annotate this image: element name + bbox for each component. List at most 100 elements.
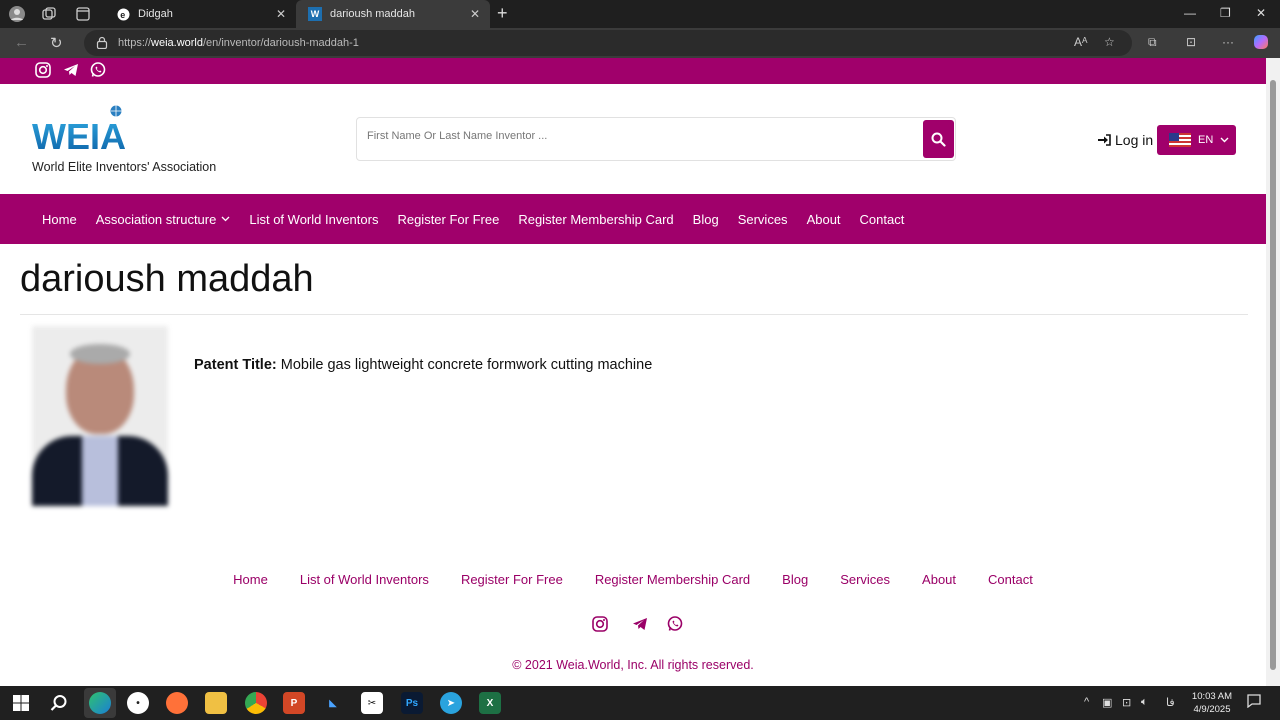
minimize-icon[interactable]: —	[1184, 6, 1196, 20]
powerpoint-taskbar-icon[interactable]: P	[283, 692, 305, 714]
inventor-search	[356, 117, 956, 161]
file-explorer-taskbar-icon[interactable]	[205, 692, 227, 714]
capcut-taskbar-icon[interactable]: ✂	[361, 692, 383, 714]
weia-logo[interactable]: WEIA World Elite Inventors' Association	[30, 104, 230, 174]
tab-didgah[interactable]: e Didgah ✕	[104, 0, 296, 28]
tab-actions-icon[interactable]	[74, 5, 92, 23]
svg-text:WEIA: WEIA	[32, 116, 126, 154]
footer-nav-services[interactable]: Services	[840, 572, 890, 587]
more-menu-icon[interactable]: ···	[1222, 35, 1234, 49]
search-input[interactable]	[367, 130, 917, 142]
favorite-star-icon[interactable]: ☆	[1104, 35, 1115, 49]
collections-icon[interactable]: ⊡	[1186, 35, 1196, 49]
browser-tab-strip: e Didgah ✕ W darioush maddah ✕ + — ❐ ✕	[0, 0, 1280, 28]
language-selector[interactable]: EN	[1157, 125, 1236, 155]
close-window-icon[interactable]: ✕	[1256, 6, 1266, 20]
copilot-icon[interactable]	[1252, 33, 1270, 54]
svg-text:e: e	[120, 10, 125, 20]
nav-blog[interactable]: Blog	[693, 212, 719, 227]
patent-label: Patent Title:	[194, 357, 277, 373]
weia-logo-mark: WEIA	[32, 105, 126, 157]
app-taskbar-icon[interactable]: •	[127, 692, 149, 714]
tab-close-icon[interactable]: ✕	[276, 7, 286, 21]
nav-association-structure[interactable]: Association structure	[96, 212, 231, 227]
footer-nav-list-of-world-inventors[interactable]: List of World Inventors	[300, 572, 429, 587]
refresh-icon[interactable]: ↻	[50, 34, 63, 52]
nav-register-for-free[interactable]: Register For Free	[397, 212, 499, 227]
clock-date: 4/9/2025	[1193, 704, 1231, 715]
nav-about[interactable]: About	[807, 212, 841, 227]
footer-whatsapp-icon[interactable]	[666, 615, 684, 633]
footer-nav-about[interactable]: About	[922, 572, 956, 587]
url-prefix: https://	[118, 37, 152, 49]
url-field[interactable]: https://weia.world/en/inventor/darioush-…	[84, 30, 1132, 56]
url-path: /en/inventor/darioush-maddah-1	[203, 37, 359, 49]
edge-taskbar-icon[interactable]	[89, 692, 111, 714]
network-icon[interactable]: ⊡	[1122, 696, 1131, 709]
maximize-icon[interactable]: ❐	[1220, 6, 1231, 20]
show-hidden-icons-icon[interactable]: ^	[1084, 696, 1089, 708]
windows-taskbar: • P ◣ ✂ Ps ➤ X ^ ▣ ⊡ 🔈︎ فا 10:03 AM 4/9/…	[0, 686, 1280, 720]
inventor-photo	[32, 326, 168, 506]
nav-contact[interactable]: Contact	[860, 212, 905, 227]
divider	[20, 314, 1248, 315]
search-button[interactable]	[923, 120, 954, 158]
lock-icon	[96, 36, 108, 52]
social-top-bar	[0, 58, 1266, 84]
telegram-icon[interactable]	[62, 61, 80, 79]
page-title: darioush maddah	[20, 258, 314, 300]
chrome-taskbar-icon[interactable]	[245, 692, 267, 714]
page-scrollbar[interactable]	[1266, 58, 1280, 686]
instagram-icon[interactable]	[34, 61, 52, 79]
url-host: weia.world	[151, 37, 203, 49]
address-bar-row: ← ↻ https://weia.world/en/inventor/dario…	[0, 28, 1280, 58]
firefox-taskbar-icon[interactable]	[166, 692, 188, 714]
footer-telegram-icon[interactable]	[631, 615, 649, 633]
profile-icon[interactable]	[8, 5, 26, 23]
footer-nav-register-membership-card[interactable]: Register Membership Card	[595, 572, 750, 587]
login-label: Log in	[1115, 132, 1154, 148]
site-header: WEIA World Elite Inventors' Association …	[0, 84, 1266, 194]
footer-nav-register-for-free[interactable]: Register For Free	[461, 572, 563, 587]
nav-list-of-world-inventors[interactable]: List of World Inventors	[249, 212, 378, 227]
tab-title: darioush maddah	[330, 8, 416, 20]
didgah-favicon-icon: e	[116, 7, 130, 21]
whatsapp-icon[interactable]	[89, 61, 107, 79]
weia-favicon-icon: W	[308, 7, 322, 21]
login-link[interactable]: Log in	[1098, 132, 1153, 148]
tray-app-icon[interactable]: ▣	[1102, 696, 1112, 709]
system-clock[interactable]: 10:03 AM 4/9/2025	[1182, 690, 1242, 716]
nav-home[interactable]: Home	[42, 212, 77, 227]
tab-title: Didgah	[138, 8, 173, 20]
read-aloud-icon[interactable]: Aᴬ	[1074, 35, 1087, 49]
app-taskbar-icon-2[interactable]: ◣	[322, 692, 344, 714]
footer-instagram-icon[interactable]	[591, 615, 609, 633]
footer-nav-blog[interactable]: Blog	[782, 572, 808, 587]
patent-info: Patent Title: Mobile gas lightweight con…	[194, 357, 652, 373]
chevron-down-icon	[1220, 137, 1229, 143]
telegram-taskbar-icon[interactable]: ➤	[440, 692, 462, 714]
excel-taskbar-icon[interactable]: X	[479, 692, 501, 714]
tab-darioush-maddah[interactable]: W darioush maddah ✕	[296, 0, 490, 28]
sign-in-icon	[1098, 134, 1111, 146]
scrollbar-thumb[interactable]	[1270, 80, 1276, 670]
footer-nav-contact[interactable]: Contact	[988, 572, 1033, 587]
patent-title: Mobile gas lightweight concrete formwork…	[280, 357, 653, 373]
photoshop-taskbar-icon[interactable]: Ps	[401, 692, 423, 714]
main-navigation: Home Association structure List of World…	[0, 194, 1266, 244]
language-indicator[interactable]: فا	[1166, 696, 1175, 709]
notifications-icon[interactable]	[1247, 694, 1261, 711]
volume-icon[interactable]: 🔈︎	[1141, 696, 1148, 709]
windows-start-icon[interactable]	[10, 692, 32, 714]
new-tab-icon[interactable]: +	[497, 3, 508, 24]
search-taskbar-icon[interactable]	[48, 692, 70, 714]
nav-services[interactable]: Services	[738, 212, 788, 227]
extensions-icon[interactable]: ⧉	[1148, 35, 1157, 50]
tab-close-icon[interactable]: ✕	[470, 7, 480, 21]
footer-nav-home[interactable]: Home	[233, 572, 268, 587]
workspaces-icon[interactable]	[40, 5, 58, 23]
page-viewport: WEIA World Elite Inventors' Association …	[0, 58, 1280, 686]
back-icon[interactable]: ←	[14, 34, 29, 51]
clock-time: 10:03 AM	[1191, 691, 1233, 702]
nav-register-membership-card[interactable]: Register Membership Card	[518, 212, 673, 227]
